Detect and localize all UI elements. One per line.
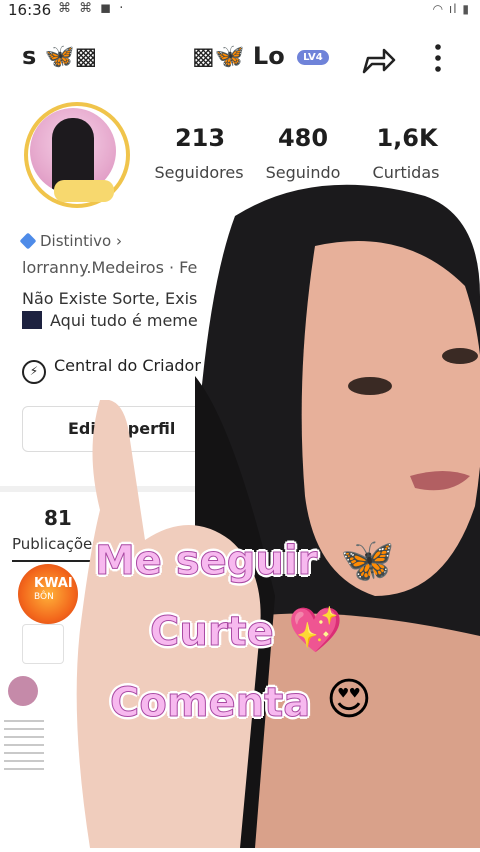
kwai-badge-sub: BÔN <box>34 592 54 602</box>
post-thumbnail[interactable] <box>22 624 64 664</box>
more-options-icon[interactable] <box>428 40 448 78</box>
following-count[interactable]: 480 <box>253 124 353 152</box>
creator-center-link[interactable]: ⚡ Central do Criador <box>22 356 201 384</box>
kwai-bonus-badge[interactable]: KWAI BÔN <box>18 564 78 624</box>
overlay-line-3: Comenta <box>109 680 311 727</box>
share-icon[interactable] <box>358 40 398 78</box>
kwai-badge-title: KWAI <box>34 576 73 591</box>
badge-label: Distintivo › <box>40 232 122 250</box>
bolt-icon: ⚡ <box>22 360 46 384</box>
creator-center-label: Central do Criador <box>54 356 201 375</box>
overlay-line-2: Curte <box>150 609 275 656</box>
followers-count[interactable]: 213 <box>150 124 250 152</box>
bio-line-2-text: Aqui tudo é meme <box>50 311 198 330</box>
post-preview-text <box>4 714 44 774</box>
profile-handle: lorranny.Medeiros · Fe <box>22 258 198 277</box>
notification-icons: ⌘ ⌘ ◼ · <box>58 1 126 16</box>
status-bar: 16:36 ⌘ ⌘ ◼ · ◠ ıl ▮ <box>0 0 480 22</box>
badge-icon <box>19 232 37 250</box>
system-icons: ◠ ıl ▮ <box>432 2 470 16</box>
heart-eyes-emoji-icon: 😍 <box>326 674 372 725</box>
header-title-text: ▩🦋 Lo <box>192 42 285 70</box>
header-title: ▩🦋 Lo LV4 <box>192 42 329 70</box>
badge-link[interactable]: Distintivo › <box>19 232 122 250</box>
bio-line-2: Aqui tudo é meme <box>22 311 198 330</box>
overlay-like-text: Curte <box>150 609 275 656</box>
avatar[interactable] <box>20 96 130 208</box>
sparkle-emoji-icon <box>22 311 42 329</box>
heart-emoji-icon: 💖 <box>288 605 343 656</box>
bio-line-1: Não Existe Sorte, Exis <box>22 289 198 308</box>
overlay-comment-text: Comenta <box>109 680 311 727</box>
overlay-line-1: Me seguir <box>94 538 318 585</box>
post-avatar <box>8 676 38 706</box>
posts-count[interactable]: 81 <box>44 506 72 530</box>
avatar-frame-decoration <box>54 180 114 202</box>
overlay-follow-text: Me seguir <box>94 538 318 585</box>
header-left-name: s 🦋▩ <box>22 42 98 70</box>
likes-count: 1,6K <box>376 124 438 152</box>
butterfly-emoji-icon: 🦋 <box>340 535 395 586</box>
status-time: 16:36 <box>8 1 52 19</box>
level-badge: LV4 <box>297 49 329 65</box>
